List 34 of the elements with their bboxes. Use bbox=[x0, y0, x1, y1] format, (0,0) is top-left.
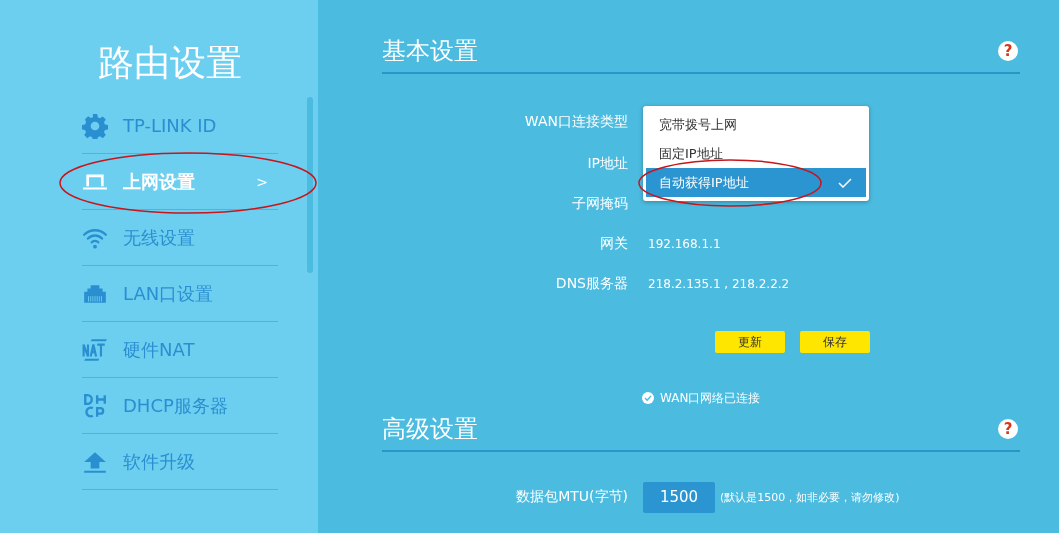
action-button[interactable]: 保存 bbox=[800, 331, 870, 353]
field-label: 子网掩码 bbox=[571, 195, 628, 213]
gear-icon bbox=[82, 112, 108, 139]
check-circle-icon bbox=[642, 392, 654, 404]
sidebar-item[interactable]: 无线设置 bbox=[82, 210, 278, 266]
sidebar-item[interactable]: 软件升级 bbox=[82, 434, 278, 490]
section-title: 高级设置 bbox=[382, 414, 478, 445]
scrollbar[interactable] bbox=[307, 97, 313, 273]
field-label: 网关 bbox=[599, 235, 628, 253]
field-value: 192.168.1.1 bbox=[648, 237, 721, 251]
dropdown-option[interactable]: 自动获得IP地址 bbox=[646, 168, 866, 197]
field-label: WAN口连接类型 bbox=[523, 112, 628, 131]
dhcp-icon bbox=[82, 392, 108, 419]
sidebar-title: 路由设置 bbox=[97, 41, 243, 85]
sidebar-item[interactable]: 硬件NAT bbox=[82, 322, 278, 378]
sidebar-item[interactable]: TP-LINK ID bbox=[82, 98, 278, 154]
field-label: IP地址 bbox=[586, 155, 628, 173]
dropdown-option[interactable]: 宽带拨号上网 bbox=[646, 110, 866, 139]
field-hint: (默认是1500，如非必要，请勿修改) bbox=[720, 489, 900, 505]
help-icon[interactable]: ? bbox=[998, 419, 1018, 439]
help-icon[interactable]: ? bbox=[998, 41, 1018, 61]
field-label: DNS服务器 bbox=[554, 275, 628, 293]
mtu-input[interactable]: 1500 bbox=[643, 481, 715, 513]
sidebar-item[interactable]: DHCP服务器 bbox=[82, 378, 278, 434]
nat-icon bbox=[82, 336, 108, 363]
field-label: 数据包MTU(字节) bbox=[515, 488, 628, 506]
dropdown-option[interactable]: 固定IP地址 bbox=[646, 139, 866, 168]
sidebar-item[interactable]: LAN口设置 bbox=[82, 266, 278, 322]
check-icon bbox=[838, 177, 852, 188]
field-value: 218.2.135.1 , 218.2.2.2 bbox=[648, 277, 790, 291]
status-text: WAN口网络已连接 bbox=[660, 389, 761, 407]
chevron: > bbox=[256, 173, 268, 190]
section-title: 基本设置 bbox=[382, 36, 478, 67]
action-button[interactable]: 更新 bbox=[715, 331, 785, 353]
